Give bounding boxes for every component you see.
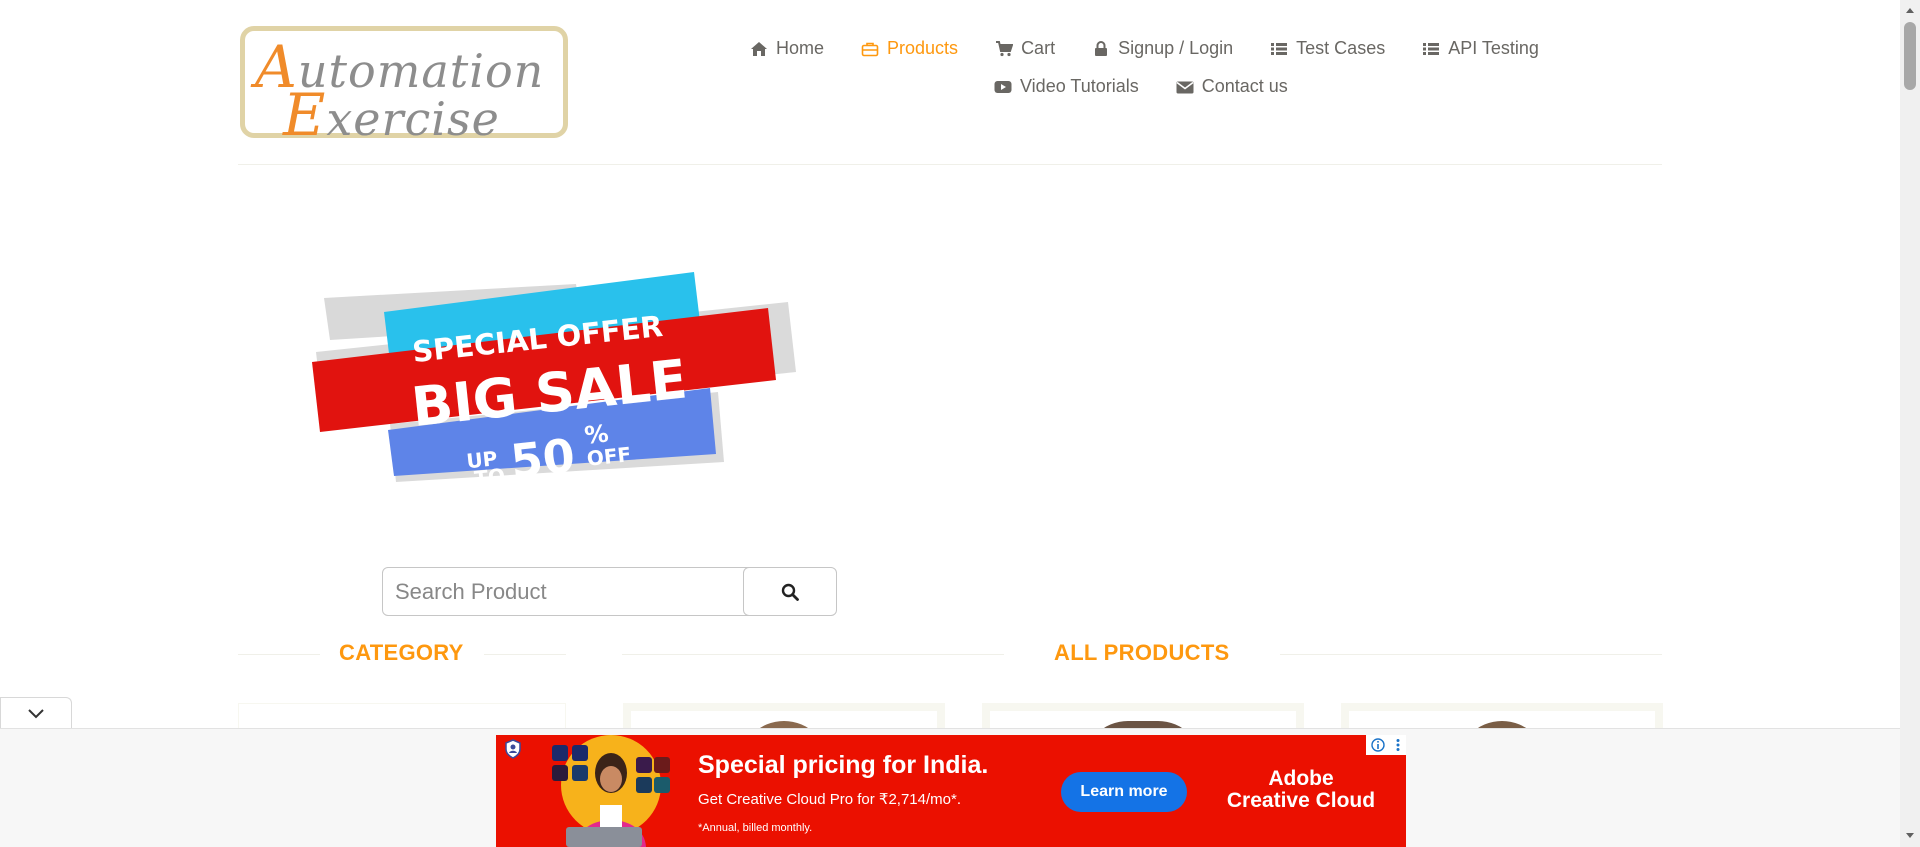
- scrollbar-thumb[interactable]: [1904, 22, 1916, 90]
- nav-item-test-cases[interactable]: Test Cases: [1270, 38, 1385, 59]
- envelope-icon: [1176, 78, 1194, 96]
- nav-item-label: Signup / Login: [1118, 38, 1234, 58]
- cart-icon: [995, 40, 1014, 58]
- site-logo[interactable]: Automation Exercise: [240, 26, 568, 149]
- category-title-rule-left: [238, 654, 320, 655]
- learn-more-button[interactable]: Learn more: [1061, 772, 1187, 812]
- nav-row-1: Home Products Cart Signup / Login Test C…: [750, 38, 1576, 59]
- chevron-down-icon: [28, 708, 44, 718]
- header-divider: [238, 164, 1662, 165]
- logo-line-2: Exercise: [283, 81, 500, 149]
- nav-item-label: Products: [887, 38, 959, 58]
- products-title-rule-left: [622, 654, 1004, 655]
- nav-item-label: Cart: [1021, 38, 1056, 58]
- nav-item-products[interactable]: Products: [861, 38, 958, 59]
- list-icon: [1422, 40, 1440, 58]
- scroll-down-arrow-icon[interactable]: [1904, 830, 1916, 842]
- big-sale-banner: SPECIAL OFFER BIG SALE UP TO 50 % OFF: [312, 272, 796, 491]
- ad-fine-print: *Annual, billed monthly.: [698, 822, 813, 834]
- home-icon: [750, 40, 768, 58]
- scroll-up-arrow-icon[interactable]: [1904, 4, 1916, 16]
- ad-headline: Special pricing for India.: [698, 751, 989, 779]
- shield-icon: [505, 739, 521, 759]
- vertical-scrollbar[interactable]: [1900, 0, 1920, 847]
- nav-row-2: Video Tutorials Contact us: [994, 76, 1325, 97]
- ad-brand-line-2: Creative Cloud: [1226, 789, 1376, 812]
- ad-collapse-button[interactable]: [0, 697, 72, 729]
- nav-item-api-testing[interactable]: API Testing: [1422, 38, 1539, 59]
- nav-item-label: Test Cases: [1296, 38, 1386, 58]
- search-product-input[interactable]: [382, 567, 754, 616]
- youtube-icon: [994, 78, 1012, 96]
- page: Automation Exercise Home Products Cart S…: [0, 0, 1920, 847]
- nav-item-signup-login[interactable]: Signup / Login: [1092, 38, 1233, 59]
- ad-subtext: Get Creative Cloud Pro for ₹2,714/mo*.: [698, 791, 961, 808]
- lock-icon: [1092, 40, 1110, 58]
- all-products-title: ALL PRODUCTS: [1054, 640, 1230, 665]
- discount-to-text: TO: [473, 463, 506, 490]
- ad-info-controls: [1366, 735, 1406, 755]
- kebab-menu-icon[interactable]: [1395, 738, 1401, 752]
- products-title-rule-right: [1280, 654, 1662, 655]
- nav-item-label: Home: [776, 38, 825, 58]
- search-icon: [781, 583, 799, 601]
- nav-item-label: Contact us: [1201, 76, 1288, 96]
- category-title-rule-right: [484, 654, 566, 655]
- ad-illustration: [552, 735, 670, 847]
- nav-item-home[interactable]: Home: [750, 38, 824, 59]
- category-title: CATEGORY: [339, 640, 464, 665]
- list-icon: [1270, 40, 1288, 58]
- nav-item-contact-us[interactable]: Contact us: [1176, 76, 1288, 97]
- discount-off-text: OFF: [586, 442, 633, 471]
- adobe-ad-banner[interactable]: Special pricing for India. Get Creative …: [496, 735, 1406, 847]
- nav-item-cart[interactable]: Cart: [995, 38, 1055, 59]
- ad-brand-line-1: Adobe: [1268, 767, 1334, 790]
- nav-item-video-tutorials[interactable]: Video Tutorials: [994, 76, 1139, 97]
- nav-item-label: API Testing: [1448, 38, 1539, 58]
- search-button[interactable]: [743, 567, 837, 616]
- nav-item-label: Video Tutorials: [1020, 76, 1139, 96]
- discount-amount-text: 50: [508, 428, 577, 488]
- briefcase-icon: [861, 40, 879, 58]
- info-icon[interactable]: [1371, 738, 1385, 752]
